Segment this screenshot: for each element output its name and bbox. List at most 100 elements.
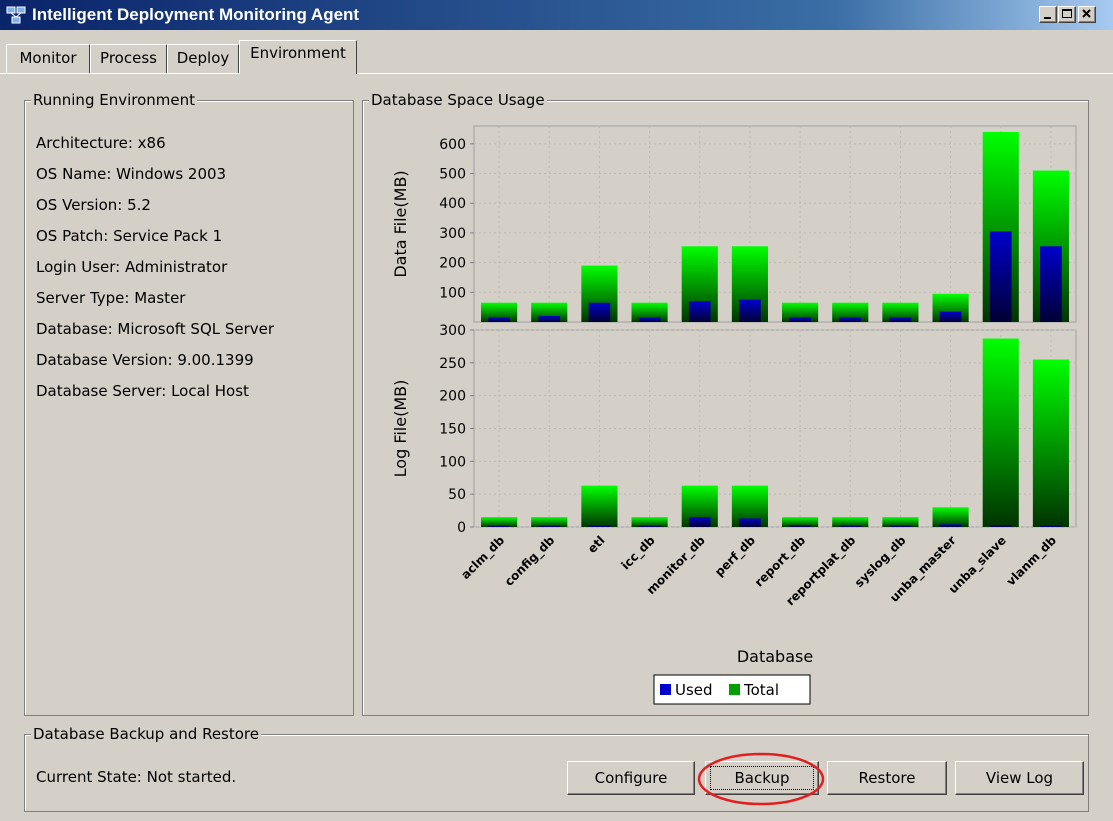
maximize-icon [1062,9,1072,18]
env-database: Database: Microsoft SQL Server [36,320,275,338]
used-bar [688,301,711,322]
restore-button[interactable]: Restore [827,761,947,795]
x-tick-label: config_db [502,533,559,590]
used-bar [789,525,811,527]
x-tick-label: vlanm_db [1004,533,1060,589]
env-os-patch: OS Patch: Service Pack 1 [36,227,223,245]
network-agent-icon [6,6,26,24]
x-axis-label: Database [737,647,813,666]
space-usage-chart: 100 200 300 400 500 600 Data File(MB) 0 50 100 150… [391,125,1077,705]
tab-monitor[interactable]: Monitor [6,44,90,74]
y-tick-label: 200 [439,256,466,272]
env-os-name: OS Name: Windows 2003 [36,165,227,183]
close-button[interactable] [1078,6,1096,23]
used-bar [488,317,510,322]
tab-label: Monitor [19,49,77,67]
env-login-user: Login User: Administrator [36,258,228,276]
x-tick-label: etl [585,533,608,556]
total-bar [832,517,869,527]
current-state-text: Current State: Not started. [36,768,237,786]
running-environment-title: Running Environment [31,91,198,109]
used-bar [839,525,862,527]
legend-total-label: Total [743,681,779,699]
env-architecture: Architecture: x86 [36,134,166,152]
tab-panel-border [0,73,1113,74]
x-tick-label: icc_db [618,533,658,573]
y-tick-label: 600 [439,137,466,153]
legend-total-swatch [729,684,740,695]
used-bar [588,525,611,527]
used-bar [638,317,661,322]
y-tick-label: 400 [439,196,466,212]
tab-label: Process [100,49,157,67]
title-bar[interactable]: Intelligent Deployment Monitoring Agent [0,0,1113,30]
used-bar [839,317,862,322]
backup-restore-title: Database Backup and Restore [31,725,261,743]
view-log-button[interactable]: View Log [955,761,1084,795]
y-tick-label: 0 [457,520,466,536]
tab-process[interactable]: Process [90,44,167,74]
used-bar [1040,525,1062,527]
total-bar [882,517,919,527]
window-title: Intelligent Deployment Monitoring Agent [32,5,360,24]
used-bar [939,311,962,322]
y-axis-label: Data File(MB) [391,170,410,277]
used-bar [638,525,661,527]
y-tick-label: 100 [439,454,466,470]
database-space-usage-title: Database Space Usage [369,91,547,109]
legend-used-swatch [660,684,671,695]
used-bar [939,524,962,527]
highlight-ellipse [697,752,825,806]
env-os-version: OS Version: 5.2 [36,196,151,214]
minimize-icon [1044,17,1051,19]
app-window: Intelligent Deployment Monitoring Agent … [0,0,1113,821]
total-bar [932,507,969,527]
used-bar [739,299,761,322]
minimize-button[interactable] [1039,6,1057,23]
env-database-version: Database Version: 9.00.1399 [36,351,254,369]
used-bar [889,317,912,322]
used-bar [538,316,561,322]
used-bar [989,231,1012,322]
y-tick-label: 250 [439,356,466,372]
y-tick-label: 300 [439,323,466,339]
used-bar [739,518,761,527]
y-tick-label: 150 [439,422,466,438]
env-database-server: Database Server: Local Host [36,382,249,400]
x-tick-label: perf_db [712,533,759,580]
used-bar [588,302,611,322]
y-tick-label: 300 [439,226,466,242]
total-bar [982,338,1019,527]
tab-deploy[interactable]: Deploy [167,44,239,74]
y-axis-label: Log File(MB) [391,380,410,478]
configure-button[interactable]: Configure [567,761,695,795]
view-log-button-label: View Log [985,769,1054,787]
total-bar [481,517,518,527]
used-bar [538,525,561,527]
used-bar [889,525,912,527]
total-bar [631,517,668,527]
used-bar [1040,246,1062,322]
tab-label: Environment [250,44,346,62]
running-environment-group: Running Environment [24,91,354,716]
total-bar [1032,359,1069,527]
used-bar [488,525,510,527]
y-tick-label: 200 [439,389,466,405]
total-bar [581,485,618,527]
total-bar [531,517,568,527]
used-bar [989,525,1012,527]
close-icon [1082,9,1091,18]
used-bar [789,317,811,322]
env-server-type: Server Type: Master [36,289,186,307]
legend-used-label: Used [675,681,713,699]
maximize-button[interactable] [1058,6,1076,23]
y-tick-label: 50 [448,487,466,503]
y-tick-label: 100 [439,285,466,301]
used-bar [688,517,711,527]
y-tick-label: 500 [439,167,466,183]
restore-button-label: Restore [858,769,916,787]
tab-label: Deploy [176,49,230,67]
x-tick-label: aclm_db [458,533,508,583]
configure-button-label: Configure [594,769,668,787]
tab-environment[interactable]: Environment [239,40,357,74]
